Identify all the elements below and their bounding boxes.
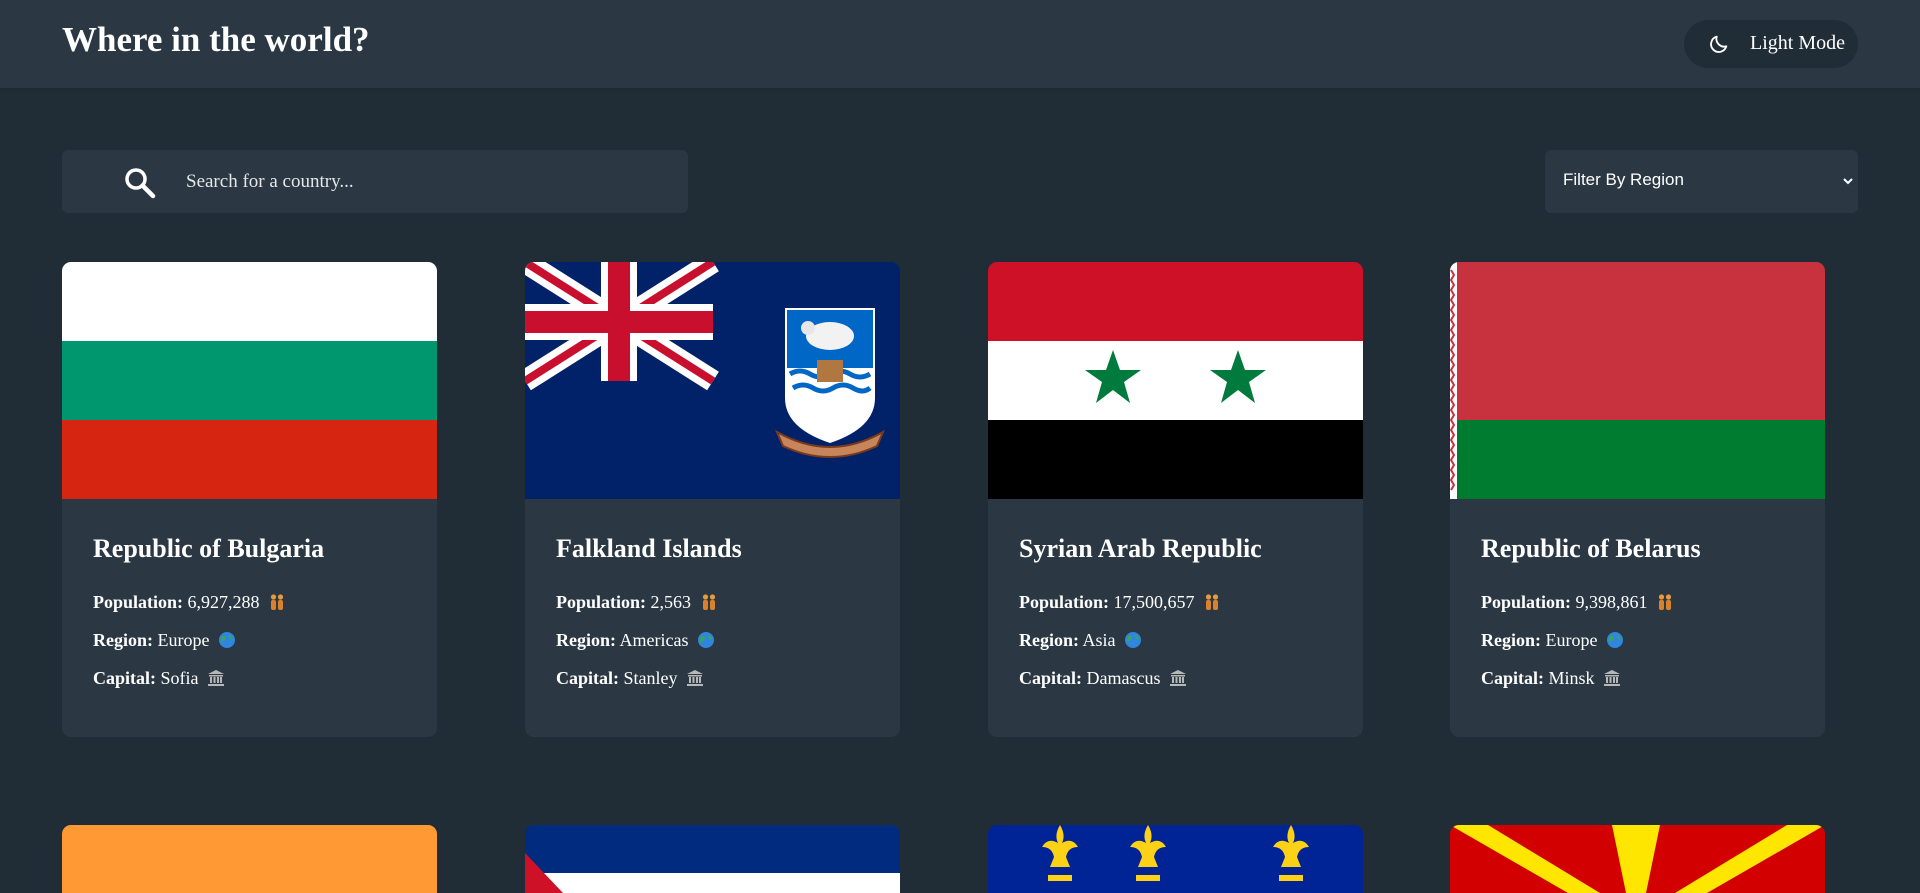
region-filter-select[interactable]: Filter By Region [1545, 150, 1858, 213]
country-card[interactable]: Republic of Belarus Population: 9,398,86… [1450, 262, 1825, 737]
capital-value: Stanley [623, 668, 678, 688]
population-row: Population: 2,563 [556, 592, 718, 613]
capital-value: Damascus [1086, 668, 1161, 688]
globe-icon [697, 632, 714, 648]
chevron-down-icon [1843, 178, 1853, 185]
theme-toggle-button[interactable]: Light Mode [1684, 20, 1858, 68]
moon-icon [1710, 35, 1728, 53]
capital-value: Minsk [1548, 668, 1595, 688]
people-icon [1205, 594, 1219, 610]
capital-label: Capital: [556, 668, 619, 688]
app-title: Where in the world? [62, 20, 370, 59]
region-label: Region: [1019, 630, 1079, 650]
capital-row: Capital: Stanley [556, 668, 704, 689]
flag-image [988, 262, 1363, 499]
flag-image [1450, 825, 1825, 893]
population-value: 9,398,861 [1575, 592, 1648, 612]
region-value: Europe [157, 630, 210, 650]
flag-image [988, 825, 1363, 893]
flag-image [62, 262, 437, 499]
country-card[interactable] [62, 825, 437, 893]
region-row: Region: Europe [93, 630, 236, 651]
theme-toggle-label: Light Mode [1750, 32, 1845, 54]
country-card[interactable] [525, 825, 900, 893]
country-card[interactable]: Republic of Bulgaria Population: 6,927,2… [62, 262, 437, 737]
region-row: Region: Europe [1481, 630, 1624, 651]
capital-label: Capital: [1019, 668, 1082, 688]
globe-icon [1125, 632, 1142, 648]
capital-row: Capital: Damascus [1019, 668, 1187, 689]
country-card[interactable] [1450, 825, 1825, 893]
country-name: Republic of Belarus [1481, 534, 1701, 563]
population-label: Population: [556, 592, 647, 612]
country-name: Republic of Bulgaria [93, 534, 325, 563]
region-value: Europe [1545, 630, 1598, 650]
classical-building-icon [687, 670, 703, 686]
population-row: Population: 6,927,288 [93, 592, 286, 613]
region-value: Asia [1082, 630, 1116, 650]
people-icon [1658, 594, 1672, 610]
classical-building-icon [1169, 670, 1186, 686]
region-value: Americas [619, 630, 689, 650]
globe-icon [218, 632, 235, 648]
classical-building-icon [208, 670, 224, 686]
region-label: Region: [1481, 630, 1541, 650]
region-label: Region: [556, 630, 616, 650]
population-row: Population: 17,500,657 [1019, 592, 1221, 613]
flag-image [62, 825, 437, 893]
country-card[interactable]: Falkland Islands Population: 2,563 Regio… [525, 262, 900, 737]
search-input[interactable] [186, 150, 666, 213]
search-icon [125, 168, 156, 199]
header: Where in the world? Light Mode [0, 0, 1920, 88]
region-row: Region: Asia [1019, 630, 1142, 651]
region-label: Region: [93, 630, 153, 650]
capital-value: Sofia [160, 668, 199, 688]
region-row: Region: Americas [556, 630, 715, 651]
classical-building-icon [1604, 670, 1621, 686]
population-value: 17,500,657 [1113, 592, 1195, 612]
people-icon [702, 594, 715, 610]
flag-image [525, 262, 900, 499]
population-label: Population: [1481, 592, 1572, 612]
country-name: Syrian Arab Republic [1019, 534, 1262, 563]
capital-label: Capital: [1481, 668, 1544, 688]
country-name: Falkland Islands [556, 534, 742, 563]
population-value: 6,927,288 [187, 592, 260, 612]
flag-image [525, 825, 900, 893]
country-card[interactable] [988, 825, 1363, 893]
capital-label: Capital: [93, 668, 156, 688]
capital-row: Capital: Minsk [1481, 668, 1621, 689]
population-label: Population: [93, 592, 184, 612]
population-row: Population: 9,398,861 [1481, 592, 1674, 613]
people-icon [270, 594, 284, 610]
globe-icon [1606, 632, 1623, 648]
flag-image [1450, 262, 1825, 499]
population-value: 2,563 [650, 592, 692, 612]
country-card[interactable]: Syrian Arab Republic Population: 17,500,… [988, 262, 1363, 737]
population-label: Population: [1019, 592, 1110, 612]
capital-row: Capital: Sofia [93, 668, 225, 689]
search-bar [62, 150, 688, 213]
region-filter-label: Filter By Region [1563, 170, 1684, 189]
